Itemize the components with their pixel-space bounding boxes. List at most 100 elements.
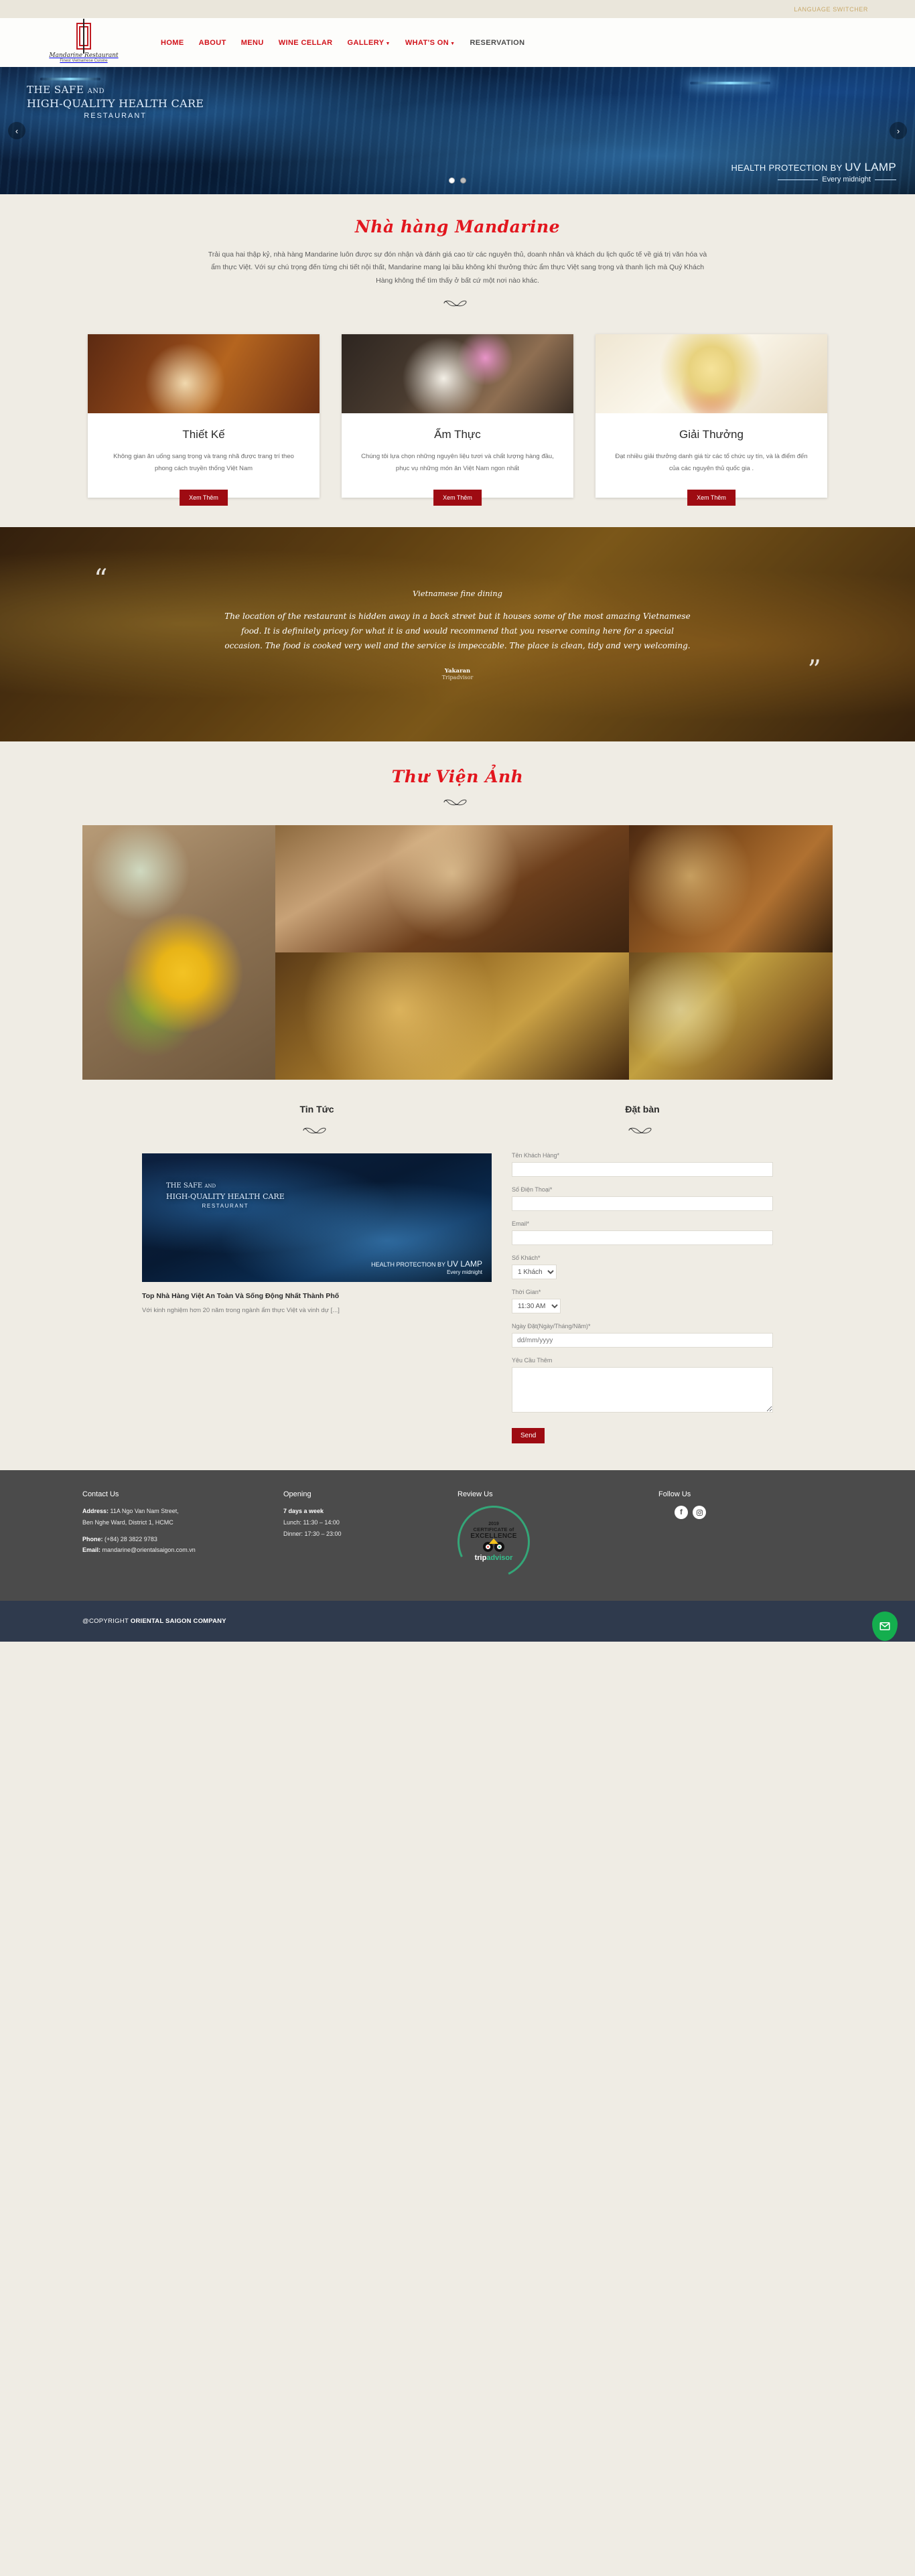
- phone-input[interactable]: [512, 1196, 773, 1212]
- hero-line1-and: AND: [87, 88, 105, 95]
- instagram-icon[interactable]: [693, 1506, 706, 1520]
- time-select[interactable]: 11:30 AM: [512, 1299, 561, 1314]
- send-button[interactable]: Send: [512, 1428, 545, 1444]
- carousel-prev-button[interactable]: ‹: [8, 122, 25, 139]
- footer-opening-days: 7 days a week: [283, 1508, 324, 1515]
- hero-headline: THE SAFE AND HIGH-QUALITY HEALTH CARE RE…: [27, 83, 204, 121]
- news-badge-strong: UV LAMP: [447, 1259, 482, 1269]
- intro-title: Nhà hàng Mandarine: [354, 217, 561, 236]
- ornament-divider-icon: [627, 1125, 658, 1136]
- news-and-booking: Tin Tức THE SAFE AND HIGH-QUALITY HEALTH…: [0, 1080, 915, 1470]
- footer-opening-column: Opening 7 days a week Lunch: 11:30 – 14:…: [283, 1490, 458, 1578]
- footer-phone-label: Phone:: [82, 1535, 103, 1543]
- news-badge-sub: Every midnight: [447, 1269, 482, 1276]
- site-footer: Contact Us Address: 11A Ngo Van Nam Stre…: [0, 1470, 915, 1601]
- news-article-title[interactable]: Top Nhà Hàng Việt An Toàn Và Sống Động N…: [142, 1291, 492, 1302]
- card-image-awards: [595, 334, 827, 414]
- field-phone: Số Điện Thoại*: [512, 1186, 773, 1212]
- footer-email-label: Email:: [82, 1547, 101, 1554]
- footer-address-line2: Ben Nghe Ward, District 1, HCMC: [82, 1519, 173, 1526]
- label-time: Thời Gian*: [512, 1289, 541, 1296]
- field-guests: Số Khách* 1 Khách: [512, 1255, 773, 1280]
- quote-open-icon: “: [94, 564, 108, 595]
- carousel-dots: [449, 177, 466, 184]
- footer-phone-value[interactable]: (+84) 28 3822 9783: [104, 1536, 157, 1543]
- label-email: Email*: [512, 1220, 530, 1228]
- news-article[interactable]: THE SAFE AND HIGH-QUALITY HEALTH CARE RE…: [142, 1153, 492, 1314]
- main-navigation: HOME ABOUT MENU WINE CELLAR GALLERY ▼ WHA…: [161, 39, 524, 47]
- field-customer-name: Tên Khách Hàng*: [512, 1152, 773, 1177]
- reservation-form: Tên Khách Hàng* Số Điện Thoại* Email* Số…: [512, 1152, 773, 1444]
- ornament-divider-icon: [301, 1125, 332, 1136]
- carousel-dot-2[interactable]: [460, 177, 466, 184]
- testimonial-author: Yakaran: [444, 668, 471, 675]
- nav-item-wine-cellar[interactable]: WINE CELLAR: [279, 39, 333, 47]
- news-thumb-badge: HEALTH PROTECTION BY UV LAMP Every midni…: [371, 1259, 482, 1275]
- feature-cards: Thiết Kế Không gian ăn uống sang trọng v…: [0, 315, 915, 527]
- nav-label-gallery: GALLERY: [347, 38, 384, 47]
- carousel-next-button[interactable]: ›: [890, 122, 907, 139]
- gallery-title: Thư Viện Ảnh: [391, 767, 524, 787]
- quote-close-icon: ”: [807, 655, 821, 687]
- news-thumbnail[interactable]: THE SAFE AND HIGH-QUALITY HEALTH CARE RE…: [142, 1153, 492, 1283]
- card-readmore-button[interactable]: Xem Thêm: [687, 490, 735, 506]
- notes-textarea[interactable]: [512, 1367, 773, 1413]
- gallery-image-flower-vase-corridor[interactable]: [629, 952, 833, 1080]
- card-readmore-button[interactable]: Xem Thêm: [433, 490, 482, 506]
- chevron-down-icon: ▼: [450, 41, 455, 46]
- date-input[interactable]: [512, 1333, 773, 1348]
- card-text: Đạt nhiều giải thưởng danh giá từ các tổ…: [615, 453, 808, 473]
- intro-paragraph: Trải qua hai thập kỷ, nhà hàng Mandarine…: [208, 251, 707, 285]
- site-logo[interactable]: Mandarine Restaurant Finest Vietnamese C…: [0, 18, 161, 63]
- news-thumb-line2: HIGH-QUALITY HEALTH CARE: [166, 1192, 285, 1201]
- language-switcher[interactable]: LANGUAGE SWITCHER: [794, 6, 908, 13]
- carousel-dot-1[interactable]: [449, 177, 455, 184]
- nav-item-gallery[interactable]: GALLERY ▼: [348, 39, 391, 47]
- gallery-image-musicians-performance[interactable]: [629, 825, 833, 953]
- nav-item-home[interactable]: HOME: [161, 39, 184, 47]
- tripadvisor-certificate-badge[interactable]: 2019 CERTIFICATE of EXCELLENCE tripadvis…: [447, 1496, 541, 1589]
- news-thumb-headline: THE SAFE AND HIGH-QUALITY HEALTH CARE RE…: [166, 1182, 285, 1210]
- facebook-icon[interactable]: f: [675, 1506, 688, 1520]
- footer-address-line1: 11A Ngo Van Nam Street,: [110, 1508, 179, 1515]
- field-email: Email*: [512, 1220, 773, 1246]
- uv-lamp-glow: [40, 78, 100, 80]
- chevron-down-icon: ▼: [385, 41, 391, 46]
- hero-line2: HIGH-QUALITY HEALTH CARE: [27, 97, 204, 111]
- hero-badge: HEALTH PROTECTION BY UV LAMP Every midni…: [731, 161, 896, 184]
- label-guests: Số Khách*: [512, 1255, 541, 1262]
- nav-item-whats-on[interactable]: WHAT'S ON ▼: [405, 39, 455, 47]
- news-thumb-and: AND: [204, 1184, 216, 1190]
- hero-badge-sub: Every midnight: [822, 175, 871, 184]
- feature-card-design[interactable]: Thiết Kế Không gian ăn uống sang trọng v…: [88, 334, 320, 506]
- gallery-image-restaurant-entrance[interactable]: [275, 825, 629, 953]
- chat-bubble-button[interactable]: [872, 1612, 898, 1642]
- copyright-prefix: @COPYRIGHT: [82, 1618, 131, 1626]
- gallery-image-wine-cellar-dining[interactable]: [275, 952, 629, 1080]
- label-date: Ngày Đặt(Ngày/Tháng/Năm)*: [512, 1323, 591, 1330]
- gallery-section: Thư Viện Ảnh: [0, 741, 915, 1080]
- nav-label-whats-on: WHAT'S ON: [405, 38, 449, 47]
- nav-item-menu[interactable]: MENU: [241, 39, 264, 47]
- email-input[interactable]: [512, 1230, 773, 1246]
- news-column: Tin Tức THE SAFE AND HIGH-QUALITY HEALTH…: [142, 1104, 492, 1314]
- logo-tagline: Finest Vietnamese Cuisine: [60, 58, 108, 63]
- footer-opening-lunch: Lunch: 11:30 – 14:00: [283, 1519, 340, 1526]
- field-date: Ngày Đặt(Ngày/Tháng/Năm)*: [512, 1323, 773, 1348]
- news-thumb-line3: RESTAURANT: [202, 1202, 249, 1209]
- feature-card-awards[interactable]: Giải Thưởng Đạt nhiều giải thưởng danh g…: [595, 334, 827, 506]
- customer-name-input[interactable]: [512, 1162, 773, 1177]
- hero-line3: RESTAURANT: [84, 111, 147, 120]
- feature-card-cuisine[interactable]: Ẩm Thực Chúng tôi lựa chọn những nguyên …: [342, 334, 573, 506]
- gallery-image-signature-dish-pan[interactable]: [82, 825, 275, 1080]
- card-readmore-button[interactable]: Xem Thêm: [180, 490, 228, 506]
- footer-review-column: Review Us 2019 CERTIFICATE of EXCELLENCE…: [447, 1490, 658, 1589]
- guests-select[interactable]: 1 Khách: [512, 1265, 557, 1280]
- nav-item-about[interactable]: ABOUT: [199, 39, 226, 47]
- footer-opening-heading: Opening: [283, 1490, 311, 1499]
- card-image-design: [88, 334, 320, 414]
- ornament-divider-icon: [442, 298, 473, 309]
- footer-email-value[interactable]: mandarine@orientalsaigon.com.vn: [102, 1547, 196, 1553]
- nav-item-reservation[interactable]: RESERVATION: [470, 39, 524, 47]
- hero-badge-prefix: HEALTH PROTECTION BY: [731, 163, 843, 173]
